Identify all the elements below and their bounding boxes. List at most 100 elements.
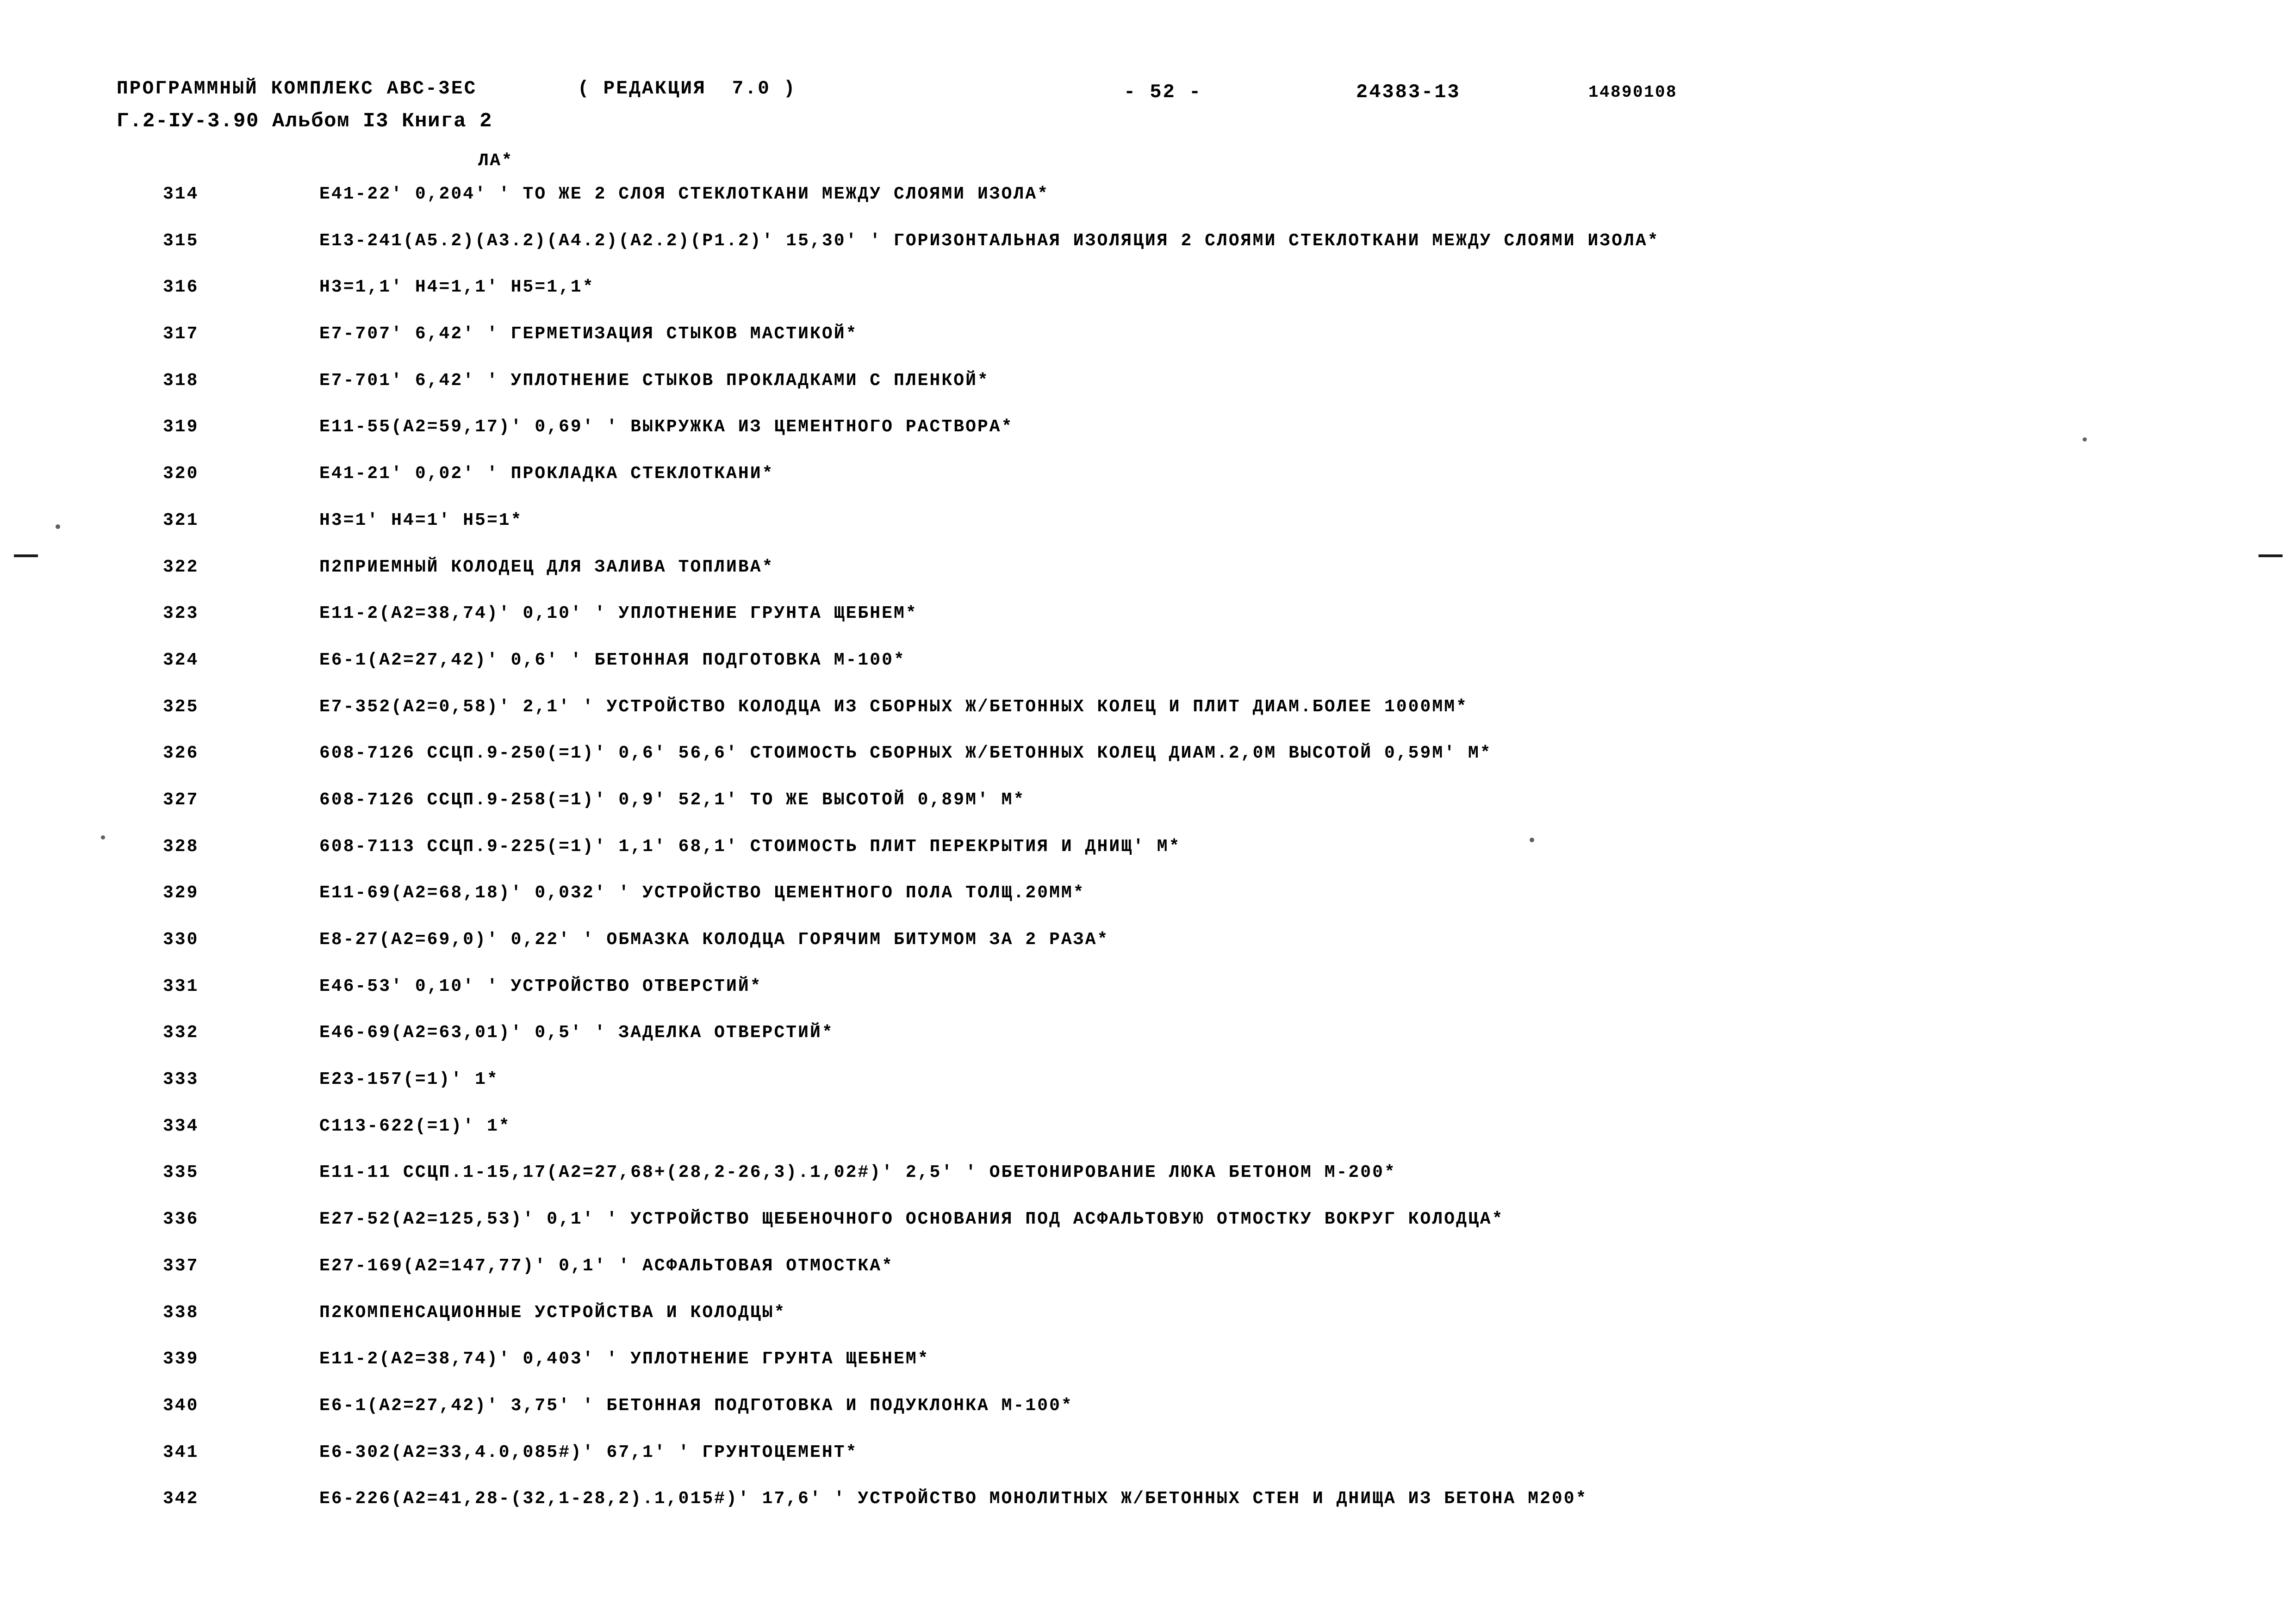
program-title: ПРОГРАММНЫЙ КОМПЛЕКС АВС-3ЕС [117,78,477,99]
row-line-number: 333 [163,1070,199,1090]
listing-row: 319 Е11-55(А2=59,17)' 0,69' ' ВЫКРУЖКА ИЗ… [0,417,2296,464]
document-number: 24383-13 [1356,81,1461,103]
listing-row: 335 Е11-11 ССЦП.1-15,17(А2=27,68+(28,2-26… [0,1163,2296,1209]
row-line-number: 326 [163,743,199,764]
listing-row: 333 Е23-157(=1)' 1* [0,1070,2296,1116]
row-resource-text: Е41-22' 0,204' ' ТО ЖЕ 2 СЛОЯ СТЕКЛОТКАН… [319,184,1050,204]
row-resource-text: Е8-27(А2=69,0)' 0,22' ' ОБМАЗКА КОЛОДЦА … [319,930,1109,950]
row-line-number: 314 [163,184,199,204]
row-resource-text: Е13-241(А5.2)(А3.2)(А4.2)(А2.2)(Р1.2)' 1… [319,230,1660,251]
row-line-number: 332 [163,1023,199,1043]
row-line-number: 317 [163,324,199,344]
listing-row: 331 Е46-53' 0,10' ' УСТРОЙСТВО ОТВЕРСТИЙ* [0,976,2296,1023]
row-resource-text: Е6-302(А2=33,4.0,085#)' 67,1' ' ГРУНТОЦЕ… [319,1442,858,1462]
row-resource-text: 608-7126 ССЦП.9-250(=1)' 0,6' 56,6' СТОИ… [319,743,1492,764]
row-resource-text: Н3=1,1' Н4=1,1' Н5=1,1* [319,277,595,298]
row-line-number: 321 [163,510,199,530]
row-resource-text: 608-7113 ССЦП.9-225(=1)' 1,1' 68,1' СТОИ… [319,836,1181,857]
row-line-number: 316 [163,277,199,298]
listing-row: 338 П2КОМПЕНСАЦИОННЫЕ УСТРОЙСТВА И КОЛОДЦ… [0,1303,2296,1349]
row-line-number: 331 [163,976,199,996]
row-resource-text: Е11-69(А2=68,18)' 0,032' ' УСТРОЙСТВО ЦЕ… [319,883,1085,903]
row-line-number: 330 [163,930,199,950]
row-resource-text: Е23-157(=1)' 1* [319,1070,499,1090]
row-line-number: 329 [163,883,199,903]
listing-row: 340 Е6-1(А2=27,42)' 3,75' ' БЕТОННАЯ ПОДГ… [0,1396,2296,1443]
listing-row: 322 П2ПРИЕМНЫЙ КОЛОДЕЦ ДЛЯ ЗАЛИВА ТОПЛИВА… [0,557,2296,604]
row-resource-text: Е46-53' 0,10' ' УСТРОЙСТВО ОТВЕРСТИЙ* [319,976,762,996]
listing-row: 320 Е41-21' 0,02' ' ПРОКЛАДКА СТЕКЛОТКАНИ… [0,464,2296,510]
row-resource-text: Е11-55(А2=59,17)' 0,69' ' ВЫКРУЖКА ИЗ ЦЕ… [319,417,1014,437]
row-resource-text: Е7-707' 6,42' ' ГЕРМЕТИЗАЦИЯ СТЫКОВ МАСТ… [319,324,858,344]
listing-row: 329 Е11-69(А2=68,18)' 0,032' ' УСТРОЙСТВО… [0,883,2296,930]
row-resource-text: Е6-226(А2=41,28-(32,1-28,2).1,015#)' 17,… [319,1489,1588,1509]
listing-row: 332 Е46-69(А2=63,01)' 0,5' ' ЗАДЕЛКА ОТВЕ… [0,1023,2296,1070]
listing-row: 327 608-7126 ССЦП.9-258(=1)' 0,9' 52,1' Т… [0,790,2296,837]
job-code: 14890108 [1588,83,1678,102]
row-resource-text: Е11-11 ССЦП.1-15,17(А2=27,68+(28,2-26,3)… [319,1163,1396,1183]
row-line-number: 334 [163,1116,199,1136]
listing-row: 314 Е41-22' 0,204' ' ТО ЖЕ 2 СЛОЯ СТЕКЛОТ… [0,184,2296,231]
row-line-number: 322 [163,557,199,577]
row-line-number: 327 [163,790,199,810]
row-line-number: 337 [163,1256,199,1276]
listing-row: 323 Е11-2(А2=38,74)' 0,10' ' УПЛОТНЕНИЕ Г… [0,603,2296,650]
row-line-number: 323 [163,603,199,624]
listing-row: 339 Е11-2(А2=38,74)' 0,403' ' УПЛОТНЕНИЕ … [0,1349,2296,1396]
section-marker: ЛА* [478,151,513,171]
listing-row: 342 Е6-226(А2=41,28-(32,1-28,2).1,015#)' … [0,1489,2296,1536]
row-line-number: 320 [163,464,199,484]
listing-row: 326 608-7126 ССЦП.9-250(=1)' 0,6' 56,6' С… [0,743,2296,790]
row-line-number: 318 [163,370,199,391]
listing-row: 315 Е13-241(А5.2)(А3.2)(А4.2)(А2.2)(Р1.2)… [0,231,2296,278]
listing-row: 324 Е6-1(А2=27,42)' 0,6' ' БЕТОННАЯ ПОДГО… [0,650,2296,697]
row-resource-text: Е46-69(А2=63,01)' 0,5' ' ЗАДЕЛКА ОТВЕРСТ… [319,1023,834,1043]
row-resource-text: Е6-1(А2=27,42)' 0,6' ' БЕТОННАЯ ПОДГОТОВ… [319,650,906,670]
row-resource-text: Е7-701' 6,42' ' УПЛОТНЕНИЕ СТЫКОВ ПРОКЛА… [319,370,989,391]
row-line-number: 315 [163,230,199,251]
row-resource-text: Е41-21' 0,02' ' ПРОКЛАДКА СТЕКЛОТКАНИ* [319,464,774,484]
page-number: - 52 - [1124,81,1202,103]
scan-speck [56,524,60,529]
listing-row: 318 Е7-701' 6,42' ' УПЛОТНЕНИЕ СТЫКОВ ПРО… [0,371,2296,417]
listing-row: 334 С113-622(=1)' 1* [0,1116,2296,1163]
revision-label: ( РЕДАКЦИЯ 7.0 ) [578,78,796,99]
album-reference: Г.2-IУ-3.90 Альбом I3 Книга 2 [117,110,493,133]
row-resource-text: П2КОМПЕНСАЦИОННЫЕ УСТРОЙСТВА И КОЛОДЦЫ* [319,1302,786,1323]
row-line-number: 338 [163,1302,199,1323]
listing-row: 321 Н3=1' Н4=1' Н5=1* [0,510,2296,557]
row-resource-text: Е11-2(А2=38,74)' 0,403' ' УПЛОТНЕНИЕ ГРУ… [319,1349,930,1369]
row-line-number: 319 [163,417,199,437]
scan-speck [2083,437,2087,442]
row-resource-text: Е6-1(А2=27,42)' 3,75' ' БЕТОННАЯ ПОДГОТО… [319,1395,1073,1416]
row-resource-text: С113-622(=1)' 1* [319,1116,511,1136]
row-line-number: 328 [163,836,199,857]
row-line-number: 342 [163,1489,199,1509]
row-resource-text: 608-7126 ССЦП.9-258(=1)' 0,9' 52,1' ТО Ж… [319,790,1026,810]
scan-edge-tick [14,554,38,557]
row-line-number: 325 [163,696,199,717]
row-line-number: 335 [163,1163,199,1183]
estimate-listing: 314 Е41-22' 0,204' ' ТО ЖЕ 2 СЛОЯ СТЕКЛОТ… [0,184,2296,1536]
listing-row: 316 Н3=1,1' Н4=1,1' Н5=1,1* [0,277,2296,324]
listing-row: 325 Е7-352(А2=0,58)' 2,1' ' УСТРОЙСТВО КО… [0,697,2296,744]
row-resource-text: Е7-352(А2=0,58)' 2,1' ' УСТРОЙСТВО КОЛОД… [319,696,1468,717]
row-line-number: 341 [163,1442,199,1462]
listing-row: 328 608-7113 ССЦП.9-225(=1)' 1,1' 68,1' С… [0,837,2296,883]
scanned-page: ПРОГРАММНЫЙ КОМПЛЕКС АВС-3ЕС ( РЕДАКЦИЯ … [0,0,2296,1623]
listing-row: 330 Е8-27(А2=69,0)' 0,22' ' ОБМАЗКА КОЛОД… [0,930,2296,976]
listing-row: 336 Е27-52(А2=125,53)' 0,1' ' УСТРОЙСТВО … [0,1209,2296,1256]
row-line-number: 324 [163,650,199,670]
row-resource-text: П2ПРИЕМНЫЙ КОЛОДЕЦ ДЛЯ ЗАЛИВА ТОПЛИВА* [319,557,774,577]
row-line-number: 339 [163,1349,199,1369]
listing-row: 337 Е27-169(А2=147,77)' 0,1' ' АСФАЛЬТОВА… [0,1256,2296,1303]
scan-edge-tick [2259,554,2283,557]
listing-row: 341 Е6-302(А2=33,4.0,085#)' 67,1' ' ГРУНТ… [0,1443,2296,1489]
row-line-number: 340 [163,1395,199,1416]
row-resource-text: Е27-52(А2=125,53)' 0,1' ' УСТРОЙСТВО ЩЕБ… [319,1209,1504,1230]
listing-row: 317 Е7-707' 6,42' ' ГЕРМЕТИЗАЦИЯ СТЫКОВ М… [0,324,2296,371]
row-resource-text: Е11-2(А2=38,74)' 0,10' ' УПЛОТНЕНИЕ ГРУН… [319,603,918,624]
row-resource-text: Е27-169(А2=147,77)' 0,1' ' АСФАЛЬТОВАЯ О… [319,1256,894,1276]
scan-speck [101,835,105,839]
row-line-number: 336 [163,1209,199,1230]
